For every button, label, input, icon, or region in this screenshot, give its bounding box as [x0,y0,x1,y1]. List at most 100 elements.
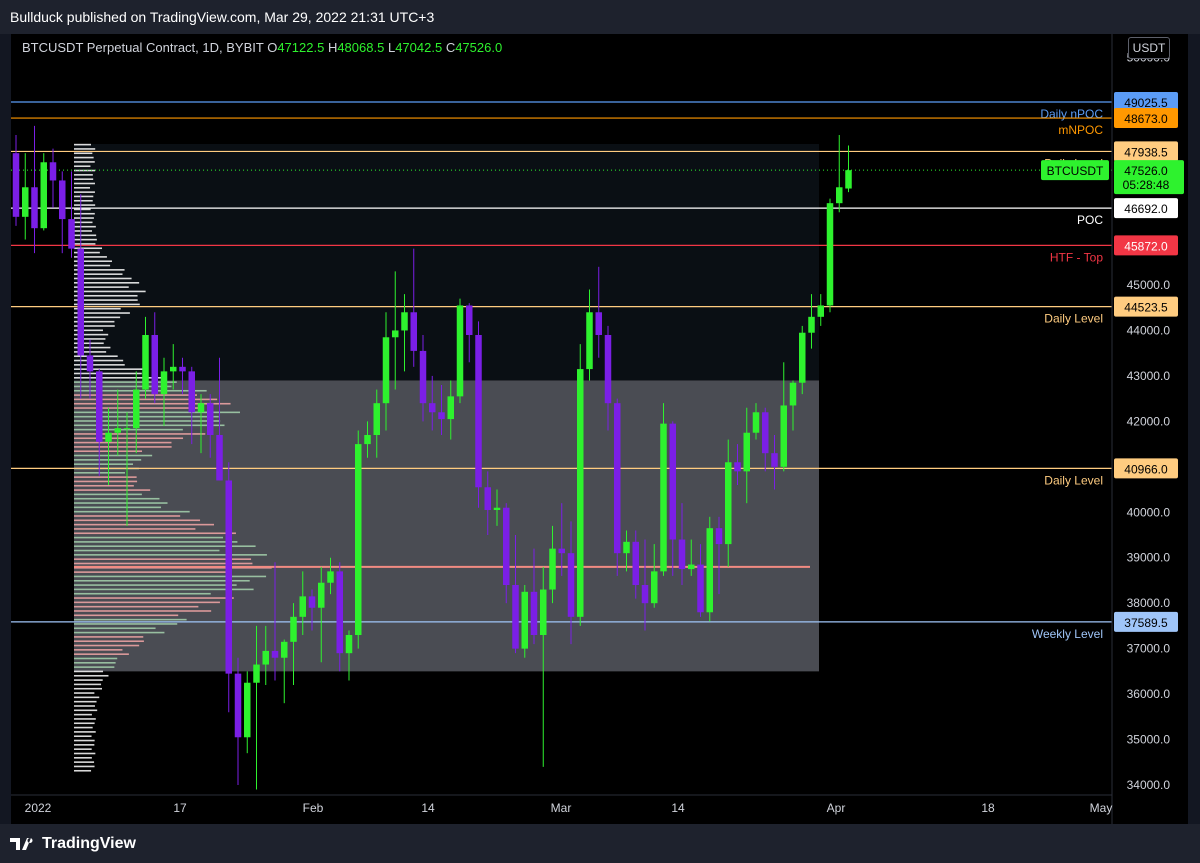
candle-body [706,528,713,613]
candle-body [641,585,649,604]
volume-profile-bar [74,735,92,738]
x-tick-label: 14 [671,801,685,815]
candle-body [105,432,112,442]
volume-profile-bar [74,364,125,366]
candle-body [595,312,602,335]
volume-profile-bar [74,623,178,625]
candle-body [836,187,843,204]
candle-body [484,487,491,510]
volume-profile-bar [74,195,94,198]
low-value: 47042.5 [395,40,443,55]
candle-body [12,153,20,217]
level-label: Daily nPOC [1040,107,1103,121]
volume-profile-bar [74,718,96,720]
tradingview-logo[interactable]: TradingView [10,834,136,854]
symbol-tag-text: BTCUSDT [1047,164,1104,178]
volume-profile-bar [74,739,95,742]
candle-body [466,305,473,335]
level-price-tag-text: 40966.0 [1124,462,1168,476]
candle-body [752,412,760,433]
volume-profile-bar [74,696,100,699]
candle-body [216,435,223,481]
volume-profile-bar [74,372,142,375]
candle-body [253,664,260,683]
volume-profile-bar [74,575,267,578]
volume-profile-bar [74,191,95,193]
candle-body [808,316,815,333]
level-price-tag-text: 46692.0 [1124,202,1168,216]
y-tick-label: 35000.0 [1127,733,1171,747]
candle-body [697,564,704,613]
y-tick-label: 36000.0 [1127,687,1171,701]
volume-profile-bar [74,670,104,673]
price-chart[interactable]: Daily nPOC mNPOC Daily Level POC HTF - Top Da… [0,0,1200,863]
volume-profile-bar [74,459,142,461]
volume-profile-bar [74,627,156,630]
volume-profile-bar [74,497,160,500]
volume-profile-bar [74,480,138,483]
volume-profile-bar [74,713,92,716]
candle-body [512,585,519,649]
volume-profile-bar [74,230,93,232]
volume-profile-bar [74,571,226,573]
level-price-tag-text: 48673.0 [1124,112,1168,126]
candle-body [262,650,269,665]
high-label: H [327,40,338,55]
volume-profile-bar [74,489,151,491]
candle-body [68,219,75,249]
candle-body [817,305,824,317]
volume-profile-bar [74,618,187,621]
candle-body [540,589,547,635]
volume-profile-bar [74,765,95,768]
volume-profile-bar [74,640,144,643]
volume-profile-bar [74,614,179,617]
countdown-text: 05:28:48 [1123,178,1170,192]
candle-body [392,330,399,338]
candle-body [789,382,797,406]
candle-body [59,180,66,220]
volume-profile-bar [74,687,103,690]
volume-profile-bar [74,446,172,448]
currency-button[interactable]: USDT [1128,37,1170,59]
volume-profile-bar [74,601,220,604]
volume-profile-bar [74,744,95,746]
volume-profile-bar [74,204,96,206]
candle-body [771,453,778,467]
volume-profile-bar [74,528,196,530]
candle-body [160,371,168,395]
volume-profile-bar [74,484,134,487]
candle-body [530,591,538,635]
volume-profile-bar [74,225,96,228]
volume-profile-bar [74,143,92,146]
candle-body [669,423,676,540]
volume-profile-bar [74,212,95,215]
value-area-box [74,380,819,672]
y-tick-label: 34000.0 [1127,778,1171,792]
level-price-tag-text: 37589.5 [1124,616,1168,630]
y-tick-label: 40000.0 [1127,505,1171,519]
volume-profile-bar [74,441,172,444]
brand-name: TradingView [42,835,136,852]
volume-profile-bar [74,389,207,392]
level-price-tag-text: 44523.5 [1124,301,1168,315]
volume-profile-bar [74,368,145,370]
volume-profile-bar [74,549,220,552]
tradingview-logo-icon [10,838,33,850]
candle-body [660,423,667,572]
y-tick-label: 45000.0 [1127,278,1171,292]
candle-body [826,203,834,306]
candle-body [567,553,575,617]
volume-profile-bar [74,597,234,599]
range-shade [74,144,819,381]
candle-body [447,396,454,420]
candle-body [299,596,306,617]
volume-profile-bar [74,420,221,422]
volume-profile-bar [74,536,224,539]
candle-body [234,673,242,738]
candle-body [170,366,177,372]
open-label: O [267,40,278,55]
candle-body [549,548,556,590]
y-tick-label: 38000.0 [1127,596,1171,610]
level-label: HTF - Top [1050,250,1103,264]
candle-body [114,428,121,433]
